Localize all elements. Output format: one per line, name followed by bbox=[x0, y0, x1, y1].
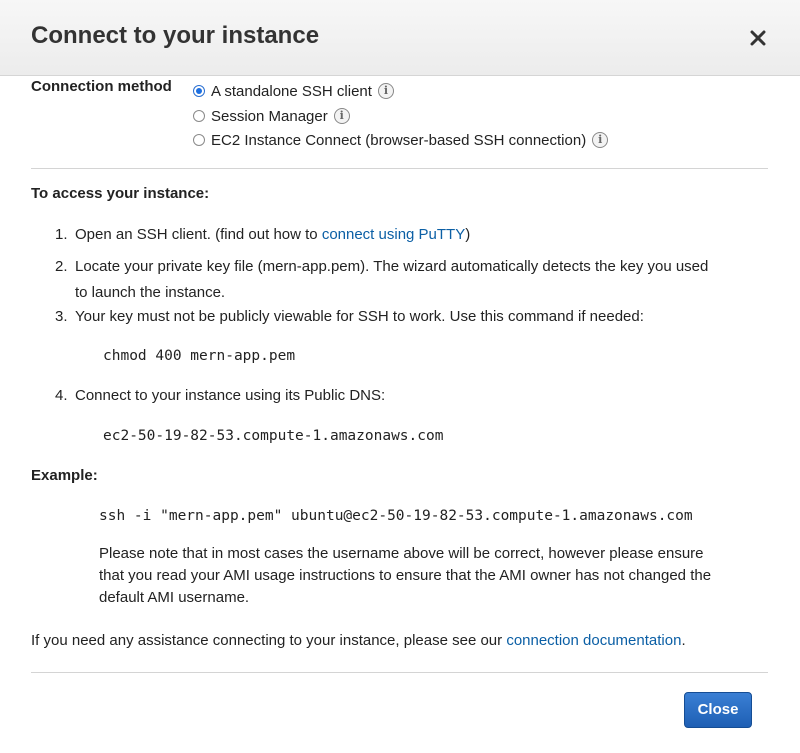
step-2-text-cont: to launch the instance. bbox=[75, 284, 226, 301]
info-icon[interactable]: i bbox=[333, 108, 350, 124]
assistance-text-end: . bbox=[681, 632, 686, 649]
step-1-text: Open an SSH client. (find out how to bbox=[75, 226, 322, 243]
info-icon[interactable]: i bbox=[377, 83, 394, 99]
step-number: 2. bbox=[55, 258, 68, 275]
access-title: To access your instance: bbox=[31, 185, 210, 202]
step-number: 4. bbox=[55, 387, 68, 404]
chmod-command: chmod 400 mern-app.pem bbox=[103, 348, 296, 364]
option-ec2-instance-connect-label: EC2 Instance Connect (browser-based SSH … bbox=[211, 131, 587, 149]
info-icon[interactable]: i bbox=[592, 132, 609, 148]
username-note: Please note that in most cases the usern… bbox=[99, 543, 767, 609]
dialog-title: Connect to your instance bbox=[31, 22, 320, 49]
dialog-header: Connect to your instance bbox=[0, 0, 800, 76]
assistance-text-start: If you need any assistance connecting to… bbox=[31, 632, 507, 649]
step-2: 2. Locate your private key file (mern-app… bbox=[55, 256, 767, 304]
step-3-text: Your key must not be publicly viewable f… bbox=[75, 308, 644, 325]
option-ssh-client[interactable]: A standalone SSH client i bbox=[193, 80, 394, 102]
connection-documentation-link[interactable]: connection documentation bbox=[506, 632, 681, 649]
radio-ec2-instance-connect[interactable] bbox=[193, 134, 205, 146]
divider bbox=[31, 672, 768, 673]
divider bbox=[31, 168, 768, 169]
radio-session-manager[interactable] bbox=[193, 110, 205, 122]
note-line: Please note that in most cases the usern… bbox=[99, 545, 704, 562]
option-ec2-instance-connect[interactable]: EC2 Instance Connect (browser-based SSH … bbox=[193, 129, 609, 151]
option-ssh-client-label: A standalone SSH client bbox=[211, 82, 372, 100]
assistance-text: If you need any assistance connecting to… bbox=[31, 632, 686, 649]
radio-ssh-client[interactable] bbox=[193, 85, 205, 97]
close-icon[interactable] bbox=[747, 27, 769, 49]
close-button[interactable]: Close bbox=[684, 692, 752, 728]
option-session-manager-label: Session Manager bbox=[211, 107, 328, 125]
connect-dialog: Connect to your instance Connection meth… bbox=[0, 0, 800, 753]
step-number: 1. bbox=[55, 226, 68, 243]
step-number: 3. bbox=[55, 308, 68, 325]
note-line: that you read your AMI usage instruction… bbox=[99, 567, 712, 584]
step-4: 4. Connect to your instance using its Pub… bbox=[55, 385, 767, 407]
step-1-text-end: ) bbox=[465, 226, 471, 243]
option-session-manager[interactable]: Session Manager i bbox=[193, 105, 350, 127]
example-ssh-command: ssh -i "mern-app.pem" ubuntu@ec2-50-19-8… bbox=[99, 508, 693, 524]
step-4-text: Connect to your instance using its Publi… bbox=[75, 387, 386, 404]
connection-method-label: Connection method bbox=[31, 78, 172, 95]
connect-using-putty-link[interactable]: connect using PuTTY bbox=[322, 226, 465, 243]
public-dns: ec2-50-19-82-53.compute-1.amazonaws.com bbox=[103, 428, 444, 444]
step-1: 1. Open an SSH client. (find out how to c… bbox=[55, 224, 767, 246]
example-title: Example: bbox=[31, 467, 98, 484]
step-3: 3. Your key must not be publicly viewable… bbox=[55, 306, 767, 328]
note-line: default AMI username. bbox=[99, 589, 250, 606]
step-2-text: Locate your private key file (mern-app.p… bbox=[75, 258, 709, 275]
